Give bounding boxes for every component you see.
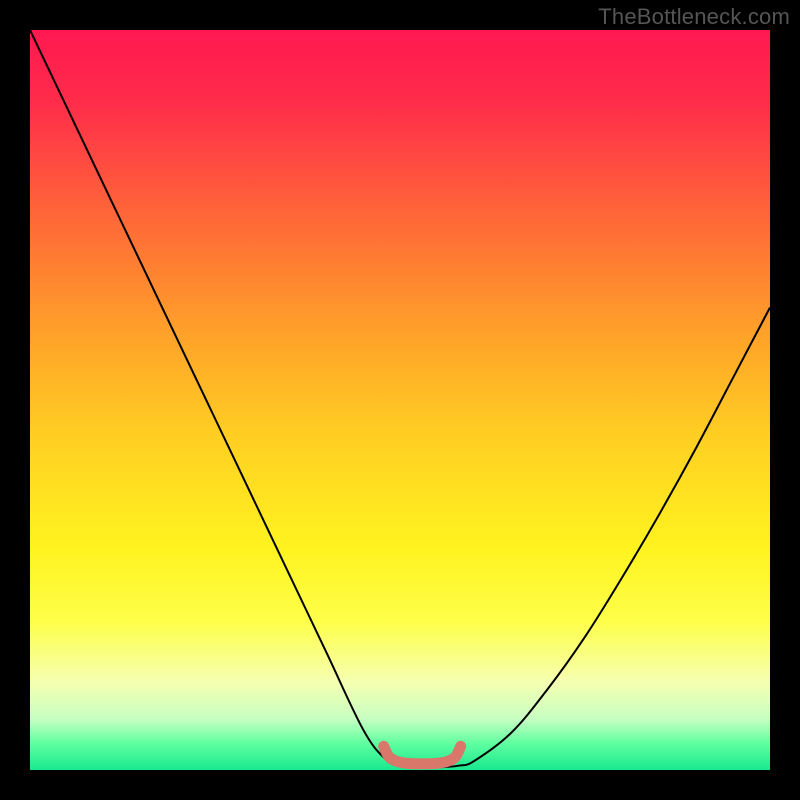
chart-frame: TheBottleneck.com [0, 0, 800, 800]
plot-area [30, 30, 770, 770]
chart-svg [30, 30, 770, 770]
gradient-background [30, 30, 770, 770]
watermark-text: TheBottleneck.com [598, 4, 790, 30]
